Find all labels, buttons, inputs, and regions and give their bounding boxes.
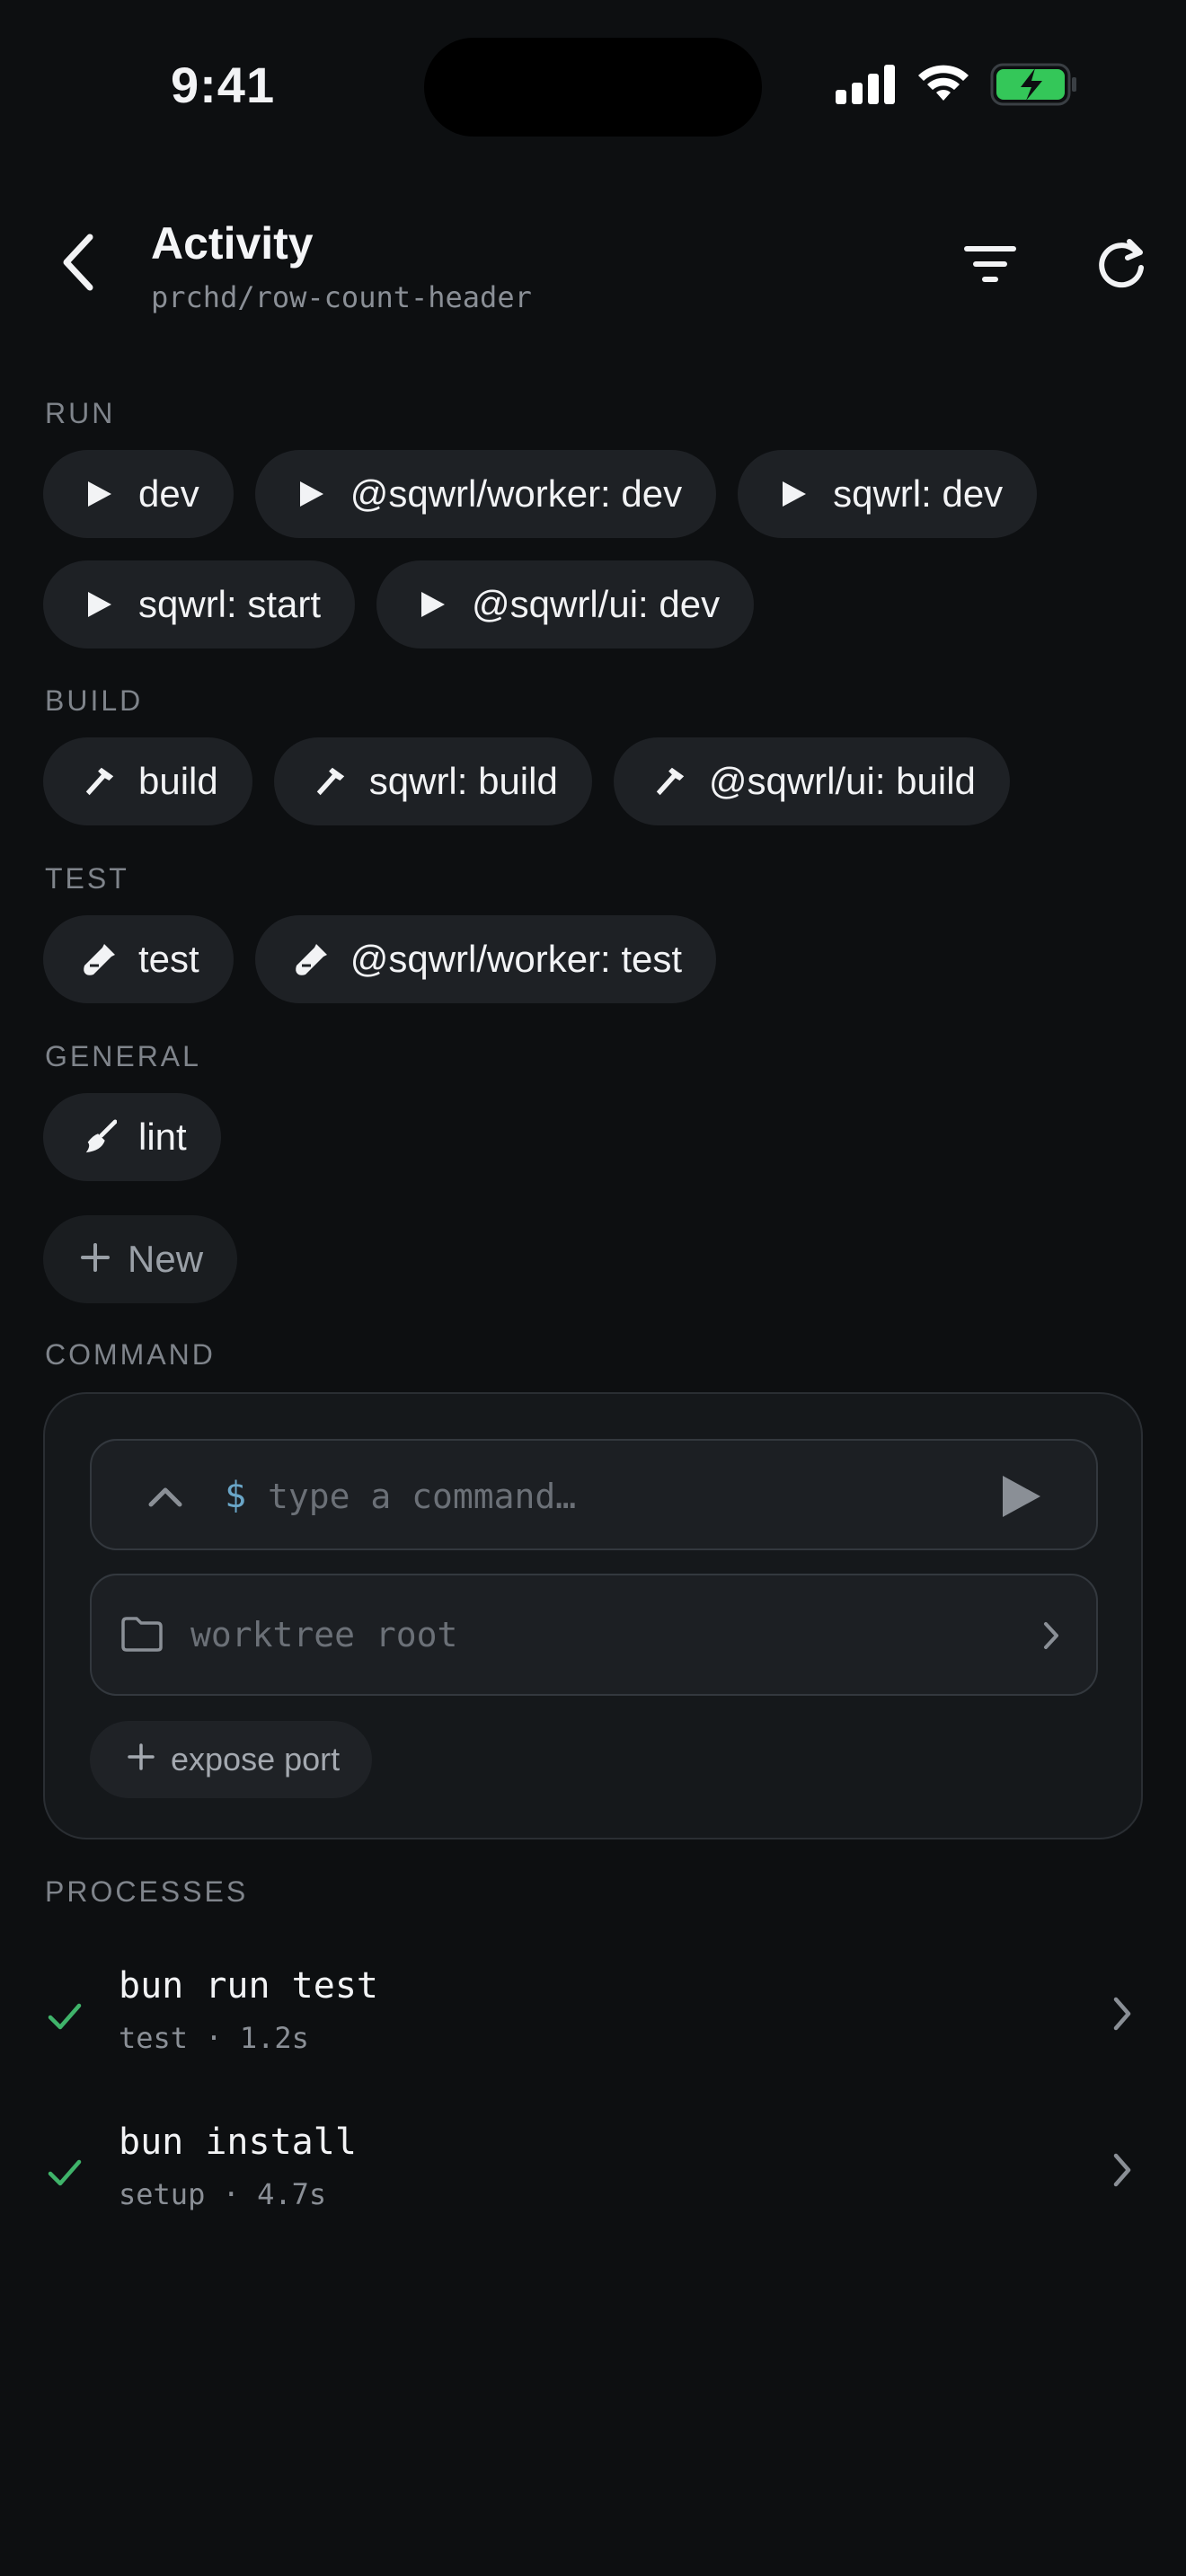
hammer-icon [653,764,687,798]
new-script-button[interactable]: New [43,1215,238,1303]
build-script-chip[interactable]: build [43,737,252,825]
working-directory-value: worktree root [190,1615,458,1654]
filter-button[interactable] [958,235,1022,293]
play-icon [1003,1476,1040,1517]
plus-icon [81,1238,110,1281]
broom-icon [83,1119,117,1154]
activity-screen: 9:41 Activity prchd/row-count-header RUN… [0,0,1186,2576]
expose-port-button[interactable]: expose port [90,1721,373,1798]
chip-label: @sqwrl/ui: dev [472,583,721,625]
play-icon [83,477,117,511]
test-tube-icon [295,942,329,976]
chip-label: sqwrl: dev [833,472,1004,515]
build-scripts-row: build sqwrl: build @sqwrl/ui: build [43,737,1010,825]
build-script-chip[interactable]: sqwrl: build [273,737,592,825]
chip-label: @sqwrl/worker: dev [350,472,683,515]
battery-charging-icon [990,63,1078,110]
check-icon [48,2003,82,2030]
dynamic-island [424,38,762,137]
command-placeholder: type a command… [268,1477,577,1516]
filter-icon [964,246,1016,282]
back-button[interactable] [52,230,102,295]
expose-port-label: expose port [171,1741,341,1778]
play-icon [295,477,329,511]
chip-label: dev [138,472,199,515]
page-title: Activity [151,218,314,269]
process-meta: test · 1.2s [119,2021,309,2055]
chip-label: @sqwrl/worker: test [350,938,683,980]
run-scripts-row-1: dev @sqwrl/worker: dev sqwrl: dev [43,450,1038,538]
hammer-icon [314,764,348,798]
cellular-signal-icon [836,65,897,109]
run-script-chip[interactable]: dev [43,450,234,538]
test-scripts-row: test @sqwrl/worker: test [43,915,717,1003]
command-input[interactable]: $ type a command… [90,1439,1098,1550]
run-script-chip[interactable]: sqwrl: start [43,560,356,648]
prompt-symbol: $ [225,1475,247,1516]
section-label-general: GENERAL [45,1040,201,1072]
chevron-right-icon [1113,2153,1131,2187]
refresh-icon [1099,239,1144,288]
chevron-up-icon[interactable] [147,1480,183,1513]
run-script-chip[interactable]: @sqwrl/worker: dev [254,450,717,538]
section-label-build: BUILD [45,684,144,717]
branch-subtitle: prchd/row-count-header [151,280,532,314]
chevron-right-icon [1113,1997,1131,2031]
run-command-button[interactable] [996,1471,1046,1522]
section-label-test: TEST [45,862,129,895]
chevron-right-icon [1044,1622,1058,1649]
chip-label: @sqwrl/ui: build [708,760,976,802]
section-label-run: RUN [45,397,116,429]
general-scripts-row: lint [43,1093,221,1181]
check-icon [48,2159,82,2186]
chip-label: lint [138,1116,187,1158]
process-row[interactable]: bun run test test · 1.2s [43,1954,1143,2089]
test-tube-icon [83,942,117,976]
status-icons [836,63,1078,110]
folder-icon [121,1617,163,1652]
refresh-button[interactable] [1091,234,1152,295]
test-script-chip[interactable]: @sqwrl/worker: test [254,915,717,1003]
chevron-left-icon [63,234,93,291]
run-scripts-row-2: sqwrl: start @sqwrl/ui: dev [43,560,755,648]
plus-icon [128,1741,155,1778]
new-script-label: New [128,1238,204,1280]
process-command: bun install [119,2122,357,2163]
run-script-chip[interactable]: sqwrl: dev [738,450,1038,538]
run-script-chip[interactable]: @sqwrl/ui: dev [376,560,755,648]
chip-label: test [138,938,199,980]
process-meta: setup · 4.7s [119,2177,327,2211]
status-time: 9:41 [171,57,276,113]
play-icon [777,477,811,511]
chip-label: sqwrl: start [138,583,322,625]
build-script-chip[interactable]: @sqwrl/ui: build [613,737,1010,825]
chip-label: sqwrl: build [368,760,558,802]
play-icon [83,587,117,622]
working-directory-picker[interactable]: worktree root [90,1574,1098,1696]
process-command: bun run test [119,1965,378,2007]
section-label-command: COMMAND [45,1338,216,1371]
command-card: $ type a command… worktree root expose p… [43,1392,1143,1839]
general-script-chip[interactable]: lint [43,1093,221,1181]
section-label-processes: PROCESSES [45,1875,249,1908]
play-icon [416,587,450,622]
chip-label: build [138,760,218,802]
test-script-chip[interactable]: test [43,915,234,1003]
hammer-icon [83,764,117,798]
process-row[interactable]: bun install setup · 4.7s [43,2111,1143,2245]
wifi-icon [916,65,970,109]
